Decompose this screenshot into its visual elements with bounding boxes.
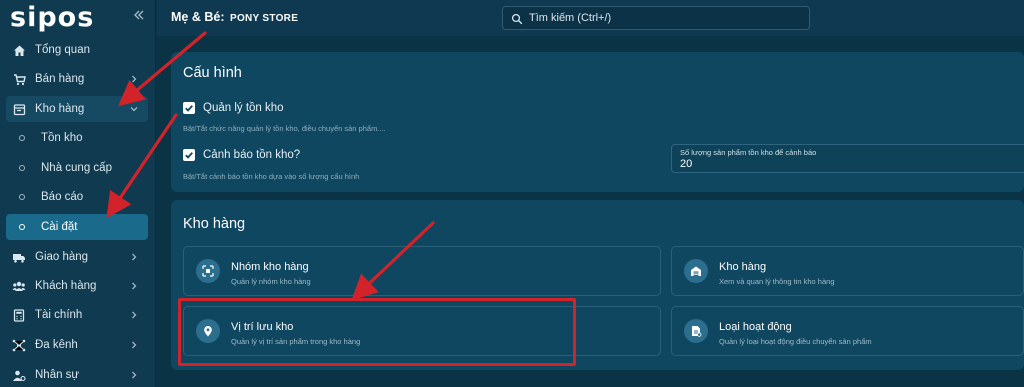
logo: sipos [10,2,95,33]
warehouse-icon [12,102,26,116]
inventory-toggle-label: Quản lý tồn kho [203,102,284,114]
sidebar-subitem-label: Cài đặt [41,221,78,233]
sidebar-item-label: Nhân sự [35,369,80,381]
checkbox-checked-icon[interactable] [183,102,195,114]
collapse-sidebar-icon[interactable] [132,8,146,22]
sidebar-item-sales[interactable]: Bán hàng [6,66,148,92]
sidebar-item-warehouse[interactable]: Kho hàng [6,96,148,122]
stock-threshold-value: 20 [680,158,693,170]
document-icon [684,319,708,343]
sidebar-item-staff[interactable]: Nhân sự [6,362,148,387]
search-placeholder: Tìm kiếm (Ctrl+/) [529,12,612,24]
chevron-right-icon [128,251,140,263]
sidebar-item-label: Đa kênh [35,339,78,351]
stock-alert-toggle-hint: Bật/Tắt cảnh báo tồn kho dựa vào số lượn… [183,172,360,181]
config-title: Cấu hình [183,65,242,81]
logo-row: sipos [0,0,156,36]
sidebar-subitem-label: Báo cáo [41,191,84,203]
tile-warehouses[interactable]: Kho hàng Xem và quan lý thông tin kho hà… [671,246,1024,296]
tile-title: Nhóm kho hàng [231,261,309,273]
stock-threshold-label: Số lượng sản phẩm tồn kho để cảnh báo [680,148,817,157]
chevron-down-icon [128,103,140,115]
chevron-right-icon [128,280,140,292]
checkbox-checked-icon[interactable] [183,149,195,161]
bullet-icon [19,135,25,141]
chevron-right-icon [128,339,140,351]
chevron-right-icon [128,369,140,381]
sidebar-item-label: Tổng quan [35,44,90,56]
tile-warehouse-groups[interactable]: Nhóm kho hàng Quản lý nhóm kho hàng [183,246,661,296]
cart-icon [12,72,26,86]
tile-subtitle: Quản lý nhóm kho hàng [231,277,311,286]
store-category: Mẹ & Bé: [171,10,225,24]
config-card: Cấu hình Quản lý tồn kho Bật/Tắt chức nă… [171,52,1024,192]
sidebar-subitem-suppliers[interactable]: Nhà cung cấp [6,155,148,181]
inventory-toggle[interactable]: Quản lý tồn kho [183,102,284,114]
top-bar: Mẹ & Bé: PONY STORE Tìm kiếm (Ctrl+/) [157,0,1024,36]
sidebar-subitem-settings[interactable]: Cài đặt [6,214,148,240]
stock-threshold-field[interactable]: Số lượng sản phẩm tồn kho để cảnh báo 20 [671,144,1024,173]
sidebar-subitem-label: Tồn kho [41,132,83,144]
sidebar-subitem-inventory[interactable]: Tồn kho [6,125,148,151]
bullet-icon [19,194,25,200]
page-title: Mẹ & Bé: PONY STORE [171,10,298,24]
staff-icon [12,368,26,382]
sidebar: sipos Tổng quan Bán hàng Kho hàng Tồn kh… [0,0,156,387]
tile-subtitle: Xem và quan lý thông tin kho hàng [719,277,835,286]
chevron-right-icon [128,73,140,85]
sidebar-subitem-reports[interactable]: Báo cáo [6,184,148,210]
sidebar-item-omnichannel[interactable]: Đa kênh [6,332,148,358]
stock-alert-toggle-label: Cảnh báo tồn kho? [203,149,301,161]
sidebar-item-label: Khách hàng [35,280,97,292]
store-name: PONY STORE [229,13,299,24]
sidebar-item-finance[interactable]: Tài chính [6,302,148,328]
users-icon [12,279,26,293]
home-icon [12,43,26,57]
truck-icon [12,250,26,264]
warehouse-building-icon [684,259,708,283]
sidebar-item-delivery[interactable]: Giao hàng [6,244,148,270]
sidebar-item-overview[interactable]: Tổng quan [6,37,148,63]
sidebar-item-customers[interactable]: Khách hàng [6,273,148,299]
search-input[interactable]: Tìm kiếm (Ctrl+/) [502,6,810,30]
channels-icon [12,338,26,352]
grid-icon [196,259,220,283]
calculator-icon [12,308,26,322]
annotation-highlight-box [178,298,576,366]
sidebar-item-label: Tài chính [35,309,83,321]
tile-activity-types[interactable]: Loại hoạt động Quản lý loại hoạt động đi… [671,306,1024,356]
bullet-icon [19,224,25,230]
stock-alert-toggle[interactable]: Cảnh báo tồn kho? [183,149,300,161]
warehouse-title: Kho hàng [183,216,246,232]
tile-title: Loại hoạt động [719,321,792,333]
inventory-toggle-hint: Bật/Tắt chức năng quản lý tồn kho, điều … [183,124,386,133]
sidebar-item-label: Giao hàng [35,251,89,263]
bullet-icon [19,165,25,171]
sidebar-subitem-label: Nhà cung cấp [41,162,112,174]
tile-subtitle: Quản lý loại hoạt động điều chuyển sản p… [719,337,872,346]
tile-title: Kho hàng [719,261,767,273]
sidebar-item-label: Bán hàng [35,73,85,85]
sidebar-item-label: Kho hàng [35,103,85,115]
chevron-right-icon [128,309,140,321]
search-icon [511,12,523,25]
